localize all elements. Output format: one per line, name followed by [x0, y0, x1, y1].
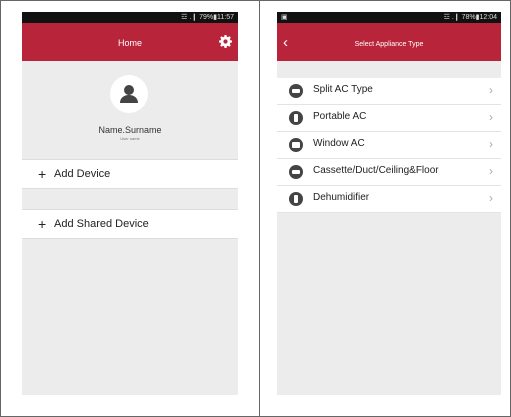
- list-item[interactable]: Window AC ›: [277, 132, 501, 159]
- profile-subtitle: User name: [120, 136, 140, 141]
- cell-divider: [259, 0, 260, 417]
- app-bar: Home: [22, 23, 238, 61]
- page-title: Home: [117, 38, 142, 48]
- page-title: Select Appliance Type: [354, 41, 424, 48]
- appliance-list: Split AC Type › Portable AC › Window AC …: [277, 78, 501, 213]
- status-text: ☲ .❙ 79%▮11:57: [181, 14, 234, 21]
- add-shared-device-button[interactable]: + Add Shared Device: [22, 209, 238, 239]
- user-avatar-icon: [120, 85, 138, 103]
- list-item[interactable]: Dehumidifier ›: [277, 186, 501, 213]
- add-device-label: Add Device: [54, 168, 111, 180]
- app-bar: ‹ Select Appliance Type: [277, 23, 501, 61]
- appliance-icon: [289, 111, 303, 125]
- chevron-right-icon: ›: [489, 191, 493, 205]
- status-bar: ▣ ☲ .❙ 78%▮12:04: [277, 12, 501, 23]
- list-item-label: Portable AC: [313, 111, 367, 122]
- chevron-right-icon: ›: [489, 137, 493, 151]
- chevron-right-icon: ›: [489, 164, 493, 178]
- add-device-button[interactable]: + Add Device: [22, 159, 238, 189]
- list-item[interactable]: Portable AC ›: [277, 105, 501, 132]
- appliance-icon: [289, 138, 303, 152]
- list-item-label: Dehumidifier: [313, 192, 370, 203]
- plus-icon: +: [38, 216, 47, 232]
- chevron-left-icon[interactable]: ‹: [283, 35, 288, 50]
- chevron-right-icon: ›: [489, 110, 493, 124]
- list-item[interactable]: Split AC Type ›: [277, 78, 501, 105]
- gear-icon[interactable]: [219, 35, 232, 48]
- plus-icon: +: [38, 166, 47, 182]
- profile-name: Name.Surname: [98, 125, 162, 135]
- status-text: ☲ .❙ 78%▮12:04: [443, 14, 497, 21]
- appliance-icon: [289, 165, 303, 179]
- add-shared-device-label: Add Shared Device: [54, 218, 149, 230]
- appliance-icon: [289, 84, 303, 98]
- list-item-label: Split AC Type: [313, 84, 373, 95]
- list-item-label: Cassette/Duct/Ceiling&Floor: [313, 165, 439, 176]
- home-screen: ☲ .❙ 79%▮11:57 Home Name.Surname User na…: [22, 12, 238, 395]
- select-appliance-screen: ▣ ☲ .❙ 78%▮12:04 ‹ Select Appliance Type…: [277, 12, 501, 395]
- status-bar: ☲ .❙ 79%▮11:57: [22, 12, 238, 23]
- list-item-label: Window AC: [313, 138, 365, 149]
- list-item[interactable]: Cassette/Duct/Ceiling&Floor ›: [277, 159, 501, 186]
- avatar[interactable]: [110, 75, 148, 113]
- status-notification-icon: ▣: [281, 14, 288, 21]
- chevron-right-icon: ›: [489, 83, 493, 97]
- appliance-icon: [289, 192, 303, 206]
